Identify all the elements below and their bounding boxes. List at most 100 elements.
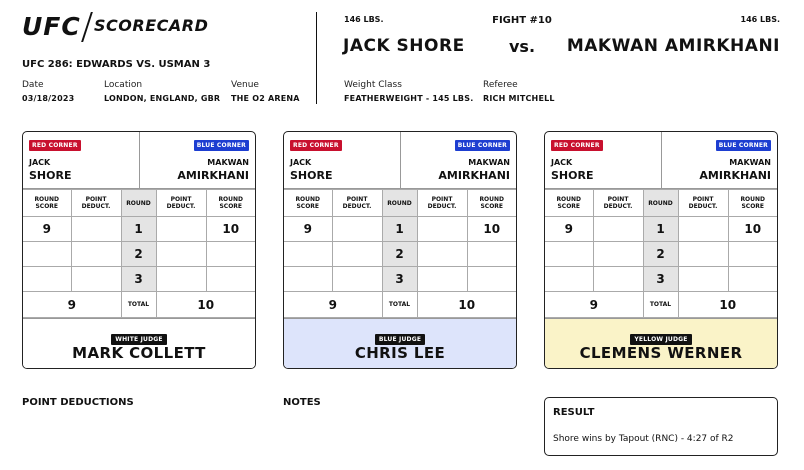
fighter-right-name: MAKWAN AMIRKHANI bbox=[566, 36, 780, 56]
blue-corner-badge: BLUE CORNER bbox=[454, 140, 510, 151]
location-label: Location bbox=[104, 80, 143, 90]
red-corner-badge: RED CORNER bbox=[29, 140, 81, 151]
venue-label: Venue bbox=[231, 80, 259, 90]
total-row: 9 TOTAL 10 bbox=[545, 291, 777, 318]
weight-class-value: FEATHERWEIGHT - 145 LBS. bbox=[344, 94, 474, 103]
red-fighter-last-name: SHORE bbox=[290, 169, 333, 182]
blue-point-deduct bbox=[155, 241, 207, 267]
event-name: UFC 286: EDWARDS VS. USMAN 3 bbox=[22, 59, 211, 70]
blue-round-score bbox=[205, 266, 255, 292]
blue-total: 10 bbox=[155, 291, 255, 318]
red-point-deduct bbox=[592, 266, 644, 292]
red-point-deduct bbox=[70, 241, 122, 267]
round-row: 2 bbox=[284, 241, 516, 267]
round-header: ROUND bbox=[381, 189, 418, 217]
round-row: 3 bbox=[545, 266, 777, 292]
corner-header: RED CORNER BLUE CORNER JACK SHORE MAKWAN… bbox=[284, 132, 516, 189]
total-label: TOTAL bbox=[381, 291, 418, 318]
fight-number: FIGHT #10 bbox=[492, 15, 552, 26]
red-corner-badge: RED CORNER bbox=[290, 140, 342, 151]
round-row: 2 bbox=[545, 241, 777, 267]
total-label: TOTAL bbox=[642, 291, 679, 318]
round-number: 3 bbox=[642, 266, 679, 292]
judge-name: CLEMENS WERNER bbox=[579, 344, 743, 362]
scorecard-title: SCORECARD bbox=[94, 16, 209, 35]
point-deduct-header: POINT DEDUCT. bbox=[592, 189, 644, 217]
judge-section: BLUE JUDGE CHRIS LEE bbox=[284, 318, 516, 368]
corner-divider bbox=[661, 132, 662, 189]
blue-round-score bbox=[727, 266, 777, 292]
round-row: 2 bbox=[23, 241, 255, 267]
round-score-header: ROUND SCORE bbox=[545, 189, 594, 217]
red-point-deduct bbox=[592, 241, 644, 267]
blue-fighter-last-name: AMIRKHANI bbox=[438, 169, 510, 182]
date-value: 03/18/2023 bbox=[22, 94, 75, 103]
blue-point-deduct bbox=[677, 216, 729, 242]
blue-fighter-first-name: MAKWAN bbox=[729, 158, 771, 167]
blue-point-deduct bbox=[416, 241, 468, 267]
round-row: 3 bbox=[23, 266, 255, 292]
red-round-score bbox=[23, 266, 72, 292]
blue-round-score: 10 bbox=[205, 216, 255, 242]
blue-fighter-first-name: MAKWAN bbox=[207, 158, 249, 167]
blue-point-deduct bbox=[677, 266, 729, 292]
red-round-score bbox=[23, 241, 72, 267]
blue-point-deduct bbox=[677, 241, 729, 267]
blue-round-score bbox=[466, 266, 516, 292]
round-number: 2 bbox=[381, 241, 418, 267]
red-point-deduct bbox=[592, 216, 644, 242]
round-number: 2 bbox=[642, 241, 679, 267]
red-fighter-first-name: JACK bbox=[29, 158, 51, 167]
red-total: 9 bbox=[545, 291, 644, 318]
round-number: 3 bbox=[120, 266, 157, 292]
score-table-header: ROUND SCORE POINT DEDUCT. ROUND POINT DE… bbox=[23, 189, 255, 217]
blue-round-score: 10 bbox=[727, 216, 777, 242]
corner-header: RED CORNER BLUE CORNER JACK SHORE MAKWAN… bbox=[545, 132, 777, 189]
red-point-deduct bbox=[331, 241, 383, 267]
point-deduct-header: POINT DEDUCT. bbox=[416, 189, 468, 217]
blue-point-deduct bbox=[155, 216, 207, 242]
blue-fighter-last-name: AMIRKHANI bbox=[699, 169, 771, 182]
location-value: LONDON, ENGLAND, GBR bbox=[104, 94, 221, 103]
round-score-header: ROUND SCORE bbox=[23, 189, 72, 217]
header-divider bbox=[316, 12, 317, 104]
red-fighter-first-name: JACK bbox=[290, 158, 312, 167]
red-point-deduct bbox=[70, 216, 122, 242]
red-total: 9 bbox=[284, 291, 383, 318]
referee-value: RICH MITCHELL bbox=[483, 94, 555, 103]
round-row: 9 1 10 bbox=[545, 216, 777, 242]
red-round-score bbox=[284, 241, 333, 267]
red-round-score: 9 bbox=[284, 216, 333, 242]
logo-divider bbox=[81, 12, 93, 42]
result-title: RESULT bbox=[553, 407, 595, 418]
judge-section: YELLOW JUDGE CLEMENS WERNER bbox=[545, 318, 777, 368]
weight-right: 146 LBS. bbox=[740, 15, 780, 24]
red-point-deduct bbox=[331, 266, 383, 292]
judge-name: CHRIS LEE bbox=[354, 344, 446, 362]
fighter-left-name: JACK SHORE bbox=[343, 36, 465, 56]
round-row: 3 bbox=[284, 266, 516, 292]
weight-class-label: Weight Class bbox=[344, 80, 402, 90]
round-number: 1 bbox=[381, 216, 418, 242]
judge-scorecard: RED CORNER BLUE CORNER JACK SHORE MAKWAN… bbox=[283, 131, 517, 369]
date-label: Date bbox=[22, 80, 44, 90]
red-round-score bbox=[545, 266, 594, 292]
total-label: TOTAL bbox=[120, 291, 157, 318]
score-table-header: ROUND SCORE POINT DEDUCT. ROUND POINT DE… bbox=[545, 189, 777, 217]
judge-section: WHITE JUDGE MARK COLLETT bbox=[23, 318, 255, 368]
point-deduct-header: POINT DEDUCT. bbox=[70, 189, 122, 217]
blue-fighter-first-name: MAKWAN bbox=[468, 158, 510, 167]
point-deduct-header: POINT DEDUCT. bbox=[677, 189, 729, 217]
blue-round-score bbox=[205, 241, 255, 267]
score-table: ROUND SCORE POINT DEDUCT. ROUND POINT DE… bbox=[284, 189, 516, 318]
point-deduct-header: POINT DEDUCT. bbox=[331, 189, 383, 217]
red-round-score: 9 bbox=[23, 216, 72, 242]
round-number: 1 bbox=[642, 216, 679, 242]
weight-left: 146 LBS. bbox=[344, 15, 384, 24]
red-round-score bbox=[284, 266, 333, 292]
round-header: ROUND bbox=[120, 189, 157, 217]
corner-divider bbox=[139, 132, 140, 189]
red-point-deduct bbox=[331, 216, 383, 242]
round-header: ROUND bbox=[642, 189, 679, 217]
vs-label: vs. bbox=[508, 37, 536, 56]
